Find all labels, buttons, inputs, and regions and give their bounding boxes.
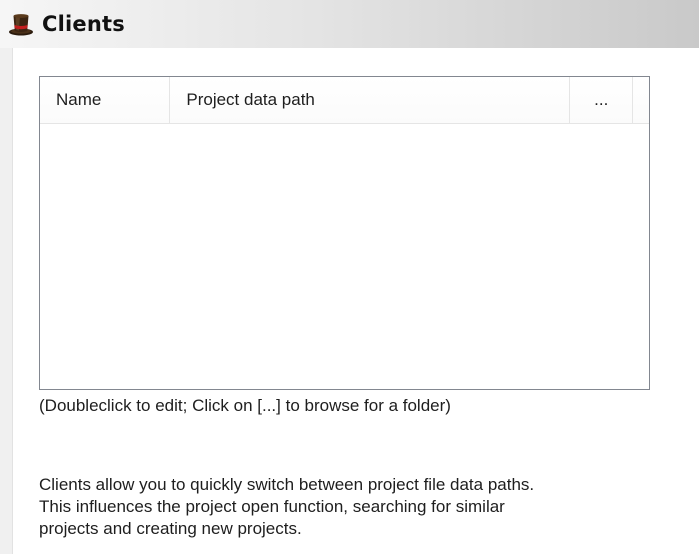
description-line: Clients allow you to quickly switch betw… xyxy=(39,475,535,494)
clients-list-view[interactable]: Name Project data path ... xyxy=(39,76,650,390)
list-header: Name Project data path ... xyxy=(40,77,649,124)
description-line: projects and creating new projects. xyxy=(39,519,302,538)
column-header-project-data-path[interactable]: Project data path xyxy=(170,77,571,123)
edit-hint-text: (Doubleclick to edit; Click on [...] to … xyxy=(39,396,451,415)
left-margin-strip xyxy=(0,48,13,554)
top-hat-icon xyxy=(6,9,36,39)
column-header-name[interactable]: Name xyxy=(40,77,171,123)
clients-options-page: Clients Name Project data path ... (Doub… xyxy=(0,0,699,554)
description-line: This influences the project open functio… xyxy=(39,497,505,516)
column-header-browse[interactable]: ... xyxy=(570,77,633,123)
clients-description: Clients allow you to quickly switch betw… xyxy=(39,474,689,540)
page-title: Clients xyxy=(42,12,125,36)
column-header-filler xyxy=(633,77,649,123)
section-header: Clients xyxy=(0,0,699,48)
